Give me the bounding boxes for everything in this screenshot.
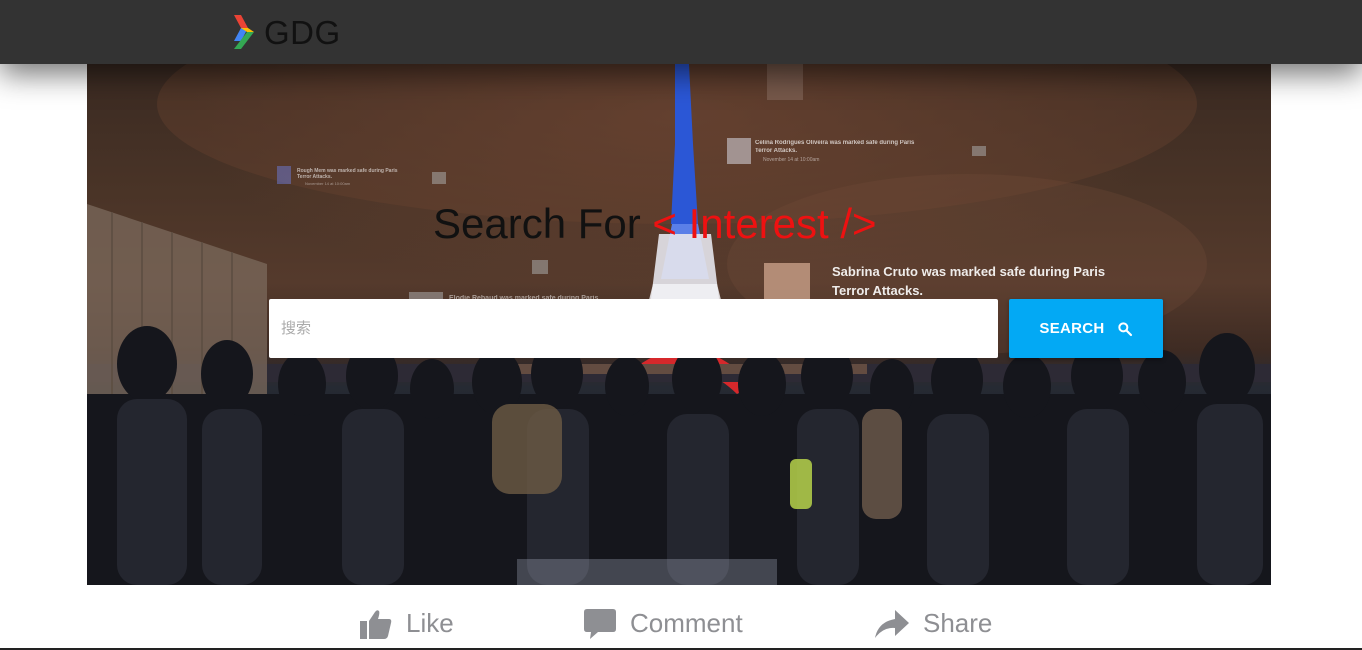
comment-button[interactable]: Comment: [584, 608, 743, 639]
hero-title: Search For < Interest />: [433, 200, 877, 248]
social-action-bar: Like Comment Share: [0, 600, 1362, 650]
hero-notification-2-line2: Terror Attacks.: [297, 174, 333, 180]
hero-title-prefix: Search For: [433, 200, 653, 247]
hero-notification-3-line1: Sabrina Cruto was marked safe during Par…: [832, 264, 1105, 279]
hero-notification-1-line2: Terror Attacks.: [755, 148, 797, 154]
search-button-label: SEARCH: [1039, 320, 1105, 337]
brand-text: GDG: [264, 13, 341, 51]
hero-notification-1-line1: Celina Rodrigues Oliveira was marked saf…: [755, 140, 915, 146]
like-label: Like: [406, 608, 454, 638]
hero-notification-2-meta: November 14 at 10:00am: [305, 181, 351, 186]
comment-icon: [584, 608, 616, 639]
search-icon: [1117, 321, 1132, 336]
brand-link[interactable]: GDG: [232, 14, 341, 50]
share-button[interactable]: Share: [875, 608, 992, 639]
top-app-bar: GDG: [0, 0, 1362, 64]
search-input[interactable]: [269, 299, 998, 358]
search-button[interactable]: SEARCH: [1009, 299, 1163, 358]
hero-notification-1-meta: November 14 at 10:00am: [763, 157, 819, 163]
gdg-logo-icon: [234, 15, 254, 49]
hero-title-accent: < Interest />: [652, 200, 877, 247]
hero-notification-3-line2: Terror Attacks.: [832, 283, 923, 298]
like-button[interactable]: Like: [360, 608, 454, 639]
share-arrow-icon: [875, 609, 909, 638]
comment-label: Comment: [630, 608, 743, 638]
share-label: Share: [923, 608, 993, 638]
thumbs-up-icon: [360, 609, 392, 639]
hero-banner: Celina Rodrigues Oliveira was marked saf…: [87, 64, 1271, 585]
